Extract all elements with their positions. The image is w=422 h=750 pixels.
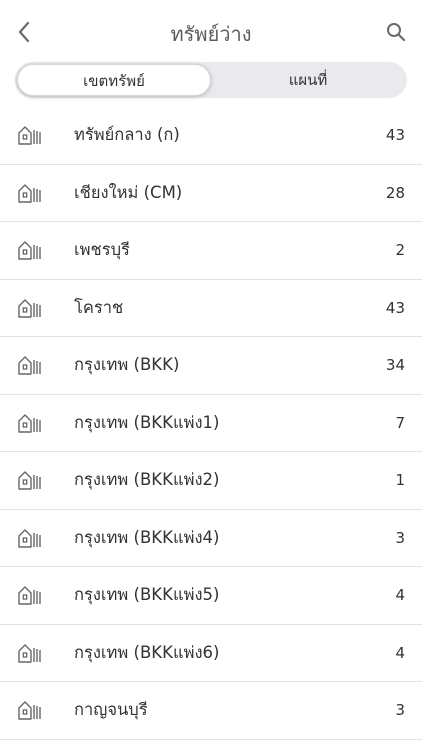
list-item[interactable]: ทรัพย์กลาง (ก) 43 [0,107,422,165]
building-icon [17,413,41,433]
branch-name: กรุงเทพ (BKKแพ่ง4) [74,527,220,547]
branch-name: กรุงเทพ (BKKแพ่ง5) [74,585,220,605]
branch-name: ทรัพย์กลาง (ก) [74,125,180,145]
branch-list: ทรัพย์กลาง (ก) 43 เชียงใหม่ (CM) 28 เพชรบุรี… [0,107,422,740]
building-icon [17,183,41,203]
list-item[interactable]: กรุงเทพ (BKKแพ่ง6) 4 [0,625,422,682]
building-icon [17,470,41,490]
page-title: ทรัพย์ว่าง [170,22,252,46]
branch-count: 3 [395,528,405,547]
branch-name: กรุงเทพ (BKK) [74,355,180,375]
list-item[interactable]: โคราช 43 [0,280,422,337]
building-icon [17,643,41,663]
building-icon [17,298,41,318]
branch-name: กาญจนบุรี [74,700,148,720]
list-item[interactable]: กาญจนบุรี 3 [0,682,422,740]
building-icon [17,355,41,375]
search-icon [386,22,406,46]
branch-name: เพชรบุรี [74,240,130,260]
back-button[interactable] [12,20,36,48]
branch-count: 1 [395,471,405,490]
building-icon [17,125,41,145]
branch-count: 7 [395,413,405,432]
building-icon [17,240,41,260]
branch-name: เชียงใหม่ (CM) [74,182,183,202]
branch-name: กรุงเทพ (BKKแพ่ง6) [74,642,220,662]
tab-branches[interactable]: เขตทรัพย์ [17,64,211,96]
branch-count: 3 [395,701,405,720]
list-item[interactable]: เพชรบุรี 2 [0,222,422,280]
branch-count: 4 [395,643,405,662]
list-item[interactable]: กรุงเทพ (BKKแพ่ง5) 4 [0,567,422,625]
list-item[interactable]: กรุงเทพ (BKKแพ่ง1) 7 [0,395,422,452]
list-item[interactable]: กรุงเทพ (BKKแพ่ง2) 1 [0,452,422,510]
branch-name: กรุงเทพ (BKKแพ่ง2) [74,470,220,490]
search-button[interactable] [384,20,408,48]
branch-count: 43 [385,126,405,145]
branch-count: 43 [385,298,405,317]
building-icon [17,528,41,548]
branch-count: 34 [385,356,405,375]
branch-name: กรุงเทพ (BKKแพ่ง1) [74,412,220,432]
branch-count: 2 [395,241,405,260]
branch-count: 4 [395,586,405,605]
list-item[interactable]: กรุงเทพ (BKKแพ่ง4) 3 [0,510,422,567]
view-segmented-control: เขตทรัพย์ แผนที่ [15,62,407,98]
branch-count: 28 [385,183,405,202]
tab-map[interactable]: แผนที่ [211,64,405,96]
building-icon [17,585,41,605]
chevron-left-icon [17,21,31,47]
list-item[interactable]: กรุงเทพ (BKK) 34 [0,337,422,395]
nav-bar: ทรัพย์ว่าง [0,0,422,62]
building-icon [17,700,41,720]
branch-name: โคราช [74,297,124,317]
list-item[interactable]: เชียงใหม่ (CM) 28 [0,165,422,222]
